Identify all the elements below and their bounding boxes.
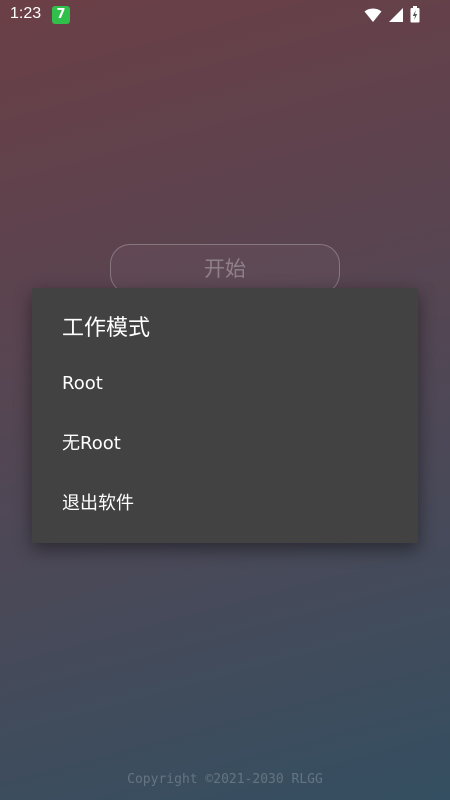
- menu-item-exit[interactable]: 退出软件: [32, 476, 418, 532]
- menu-item-no-root[interactable]: 无Root: [32, 416, 418, 472]
- dialog-title: 工作模式: [62, 316, 151, 341]
- work-mode-dialog: 工作模式 Root 无Root 退出软件: [32, 288, 418, 543]
- copyright-text: Copyright ©2021-2030 RLGG: [127, 772, 323, 787]
- menu-item-root[interactable]: Root: [32, 356, 418, 412]
- app-screen: 1:23 7 开始 工作模式 Root 无Root 退出软件 Copyright…: [0, 0, 450, 800]
